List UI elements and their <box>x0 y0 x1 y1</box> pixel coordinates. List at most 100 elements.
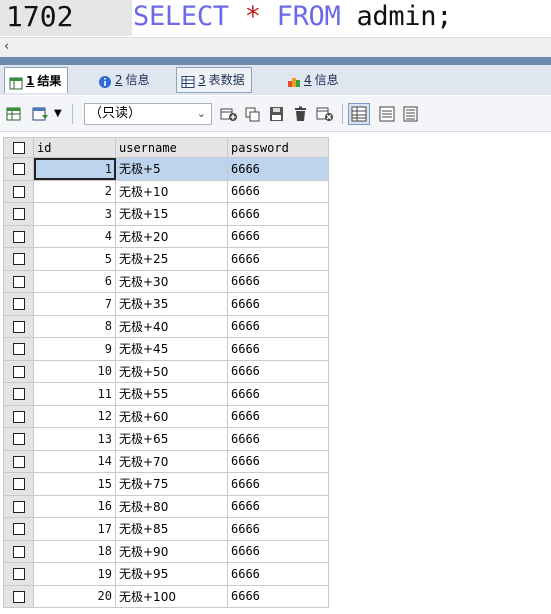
checkbox-icon[interactable] <box>12 298 25 311</box>
cell-id[interactable]: 7 <box>33 292 116 316</box>
checkbox-icon[interactable] <box>12 365 25 378</box>
grid-mode-select[interactable]: （只读） ⌄ <box>84 103 212 125</box>
row-checkbox[interactable] <box>3 269 34 293</box>
cell-password[interactable]: 6666 <box>227 202 329 226</box>
checkbox-icon[interactable] <box>12 142 25 154</box>
cell-username[interactable]: 无极+60 <box>115 404 228 428</box>
cell-password[interactable]: 6666 <box>227 179 329 203</box>
checkbox-icon[interactable] <box>12 545 25 558</box>
tab-table-data[interactable]: 3 表数据 <box>176 67 252 93</box>
table-row[interactable]: 2 无极+10 6666 <box>3 179 329 203</box>
checkbox-icon[interactable] <box>12 208 25 221</box>
cell-username[interactable]: 无极+45 <box>115 337 228 361</box>
save-icon[interactable] <box>268 106 286 122</box>
cell-id[interactable]: 9 <box>33 337 116 361</box>
cell-password[interactable]: 6666 <box>227 562 329 586</box>
checkbox-icon[interactable] <box>12 455 25 468</box>
cell-id[interactable]: 20 <box>33 584 116 608</box>
checkbox-icon[interactable] <box>12 163 25 176</box>
table-row[interactable]: 5 无极+25 6666 <box>3 247 329 271</box>
cell-password[interactable]: 6666 <box>227 359 329 383</box>
checkbox-icon[interactable] <box>12 388 25 401</box>
checkbox-icon[interactable] <box>12 230 25 243</box>
query-editor[interactable]: 1702 SELECT * FROM admin; <box>0 0 551 36</box>
table-row[interactable]: 9 无极+45 6666 <box>3 337 329 361</box>
row-checkbox[interactable] <box>3 539 34 563</box>
row-checkbox[interactable] <box>3 427 34 451</box>
cell-username[interactable]: 无极+65 <box>115 427 228 451</box>
row-checkbox[interactable] <box>3 494 34 518</box>
cell-id[interactable]: 14 <box>33 449 116 473</box>
cell-id[interactable]: 11 <box>33 382 116 406</box>
row-checkbox[interactable] <box>3 584 34 608</box>
scroll-left-arrow-icon[interactable]: ‹ <box>4 39 9 54</box>
horizontal-scrollbar[interactable]: ‹ <box>0 37 551 57</box>
grid-view-icon[interactable] <box>348 103 370 125</box>
row-checkbox[interactable] <box>3 382 34 406</box>
cell-username[interactable]: 无极+100 <box>115 584 228 608</box>
cell-username[interactable]: 无极+50 <box>115 359 228 383</box>
cell-password[interactable]: 6666 <box>227 269 329 293</box>
cell-password[interactable]: 6666 <box>227 382 329 406</box>
row-checkbox[interactable] <box>3 472 34 496</box>
tab-info[interactable]: 2 信息 <box>94 67 156 93</box>
cell-id[interactable]: 15 <box>33 472 116 496</box>
row-checkbox[interactable] <box>3 562 34 586</box>
row-checkbox[interactable] <box>3 404 34 428</box>
checkbox-icon[interactable] <box>12 253 25 266</box>
cell-id[interactable]: 3 <box>33 202 116 226</box>
select-all-checkbox[interactable] <box>3 137 34 158</box>
cell-username[interactable]: 无极+25 <box>115 247 228 271</box>
cell-password[interactable]: 6666 <box>227 314 329 338</box>
cell-password[interactable]: 6666 <box>227 449 329 473</box>
cell-id[interactable]: 6 <box>33 269 116 293</box>
sql-statement[interactable]: SELECT * FROM admin; <box>133 0 452 36</box>
import-grid-icon[interactable] <box>32 106 50 122</box>
table-row[interactable]: 13 无极+65 6666 <box>3 427 329 451</box>
cell-id[interactable]: 19 <box>33 562 116 586</box>
table-row[interactable]: 6 无极+30 6666 <box>3 269 329 293</box>
row-checkbox[interactable] <box>3 449 34 473</box>
cell-id[interactable]: 1 <box>33 157 116 181</box>
checkbox-icon[interactable] <box>12 523 25 536</box>
cell-password[interactable]: 6666 <box>227 292 329 316</box>
table-row[interactable]: 17 无极+85 6666 <box>3 517 329 541</box>
cell-username[interactable]: 无极+95 <box>115 562 228 586</box>
cell-id[interactable]: 18 <box>33 539 116 563</box>
row-checkbox[interactable] <box>3 359 34 383</box>
cell-username[interactable]: 无极+20 <box>115 224 228 248</box>
cell-password[interactable]: 6666 <box>227 224 329 248</box>
cell-username[interactable]: 无极+80 <box>115 494 228 518</box>
result-grid[interactable]: id username password 1 无极+5 6666 2 无极+10 6666… <box>3 137 329 608</box>
delete-icon[interactable] <box>292 106 310 122</box>
table-row[interactable]: 18 无极+90 6666 <box>3 539 329 563</box>
cell-password[interactable]: 6666 <box>227 247 329 271</box>
cell-password[interactable]: 6666 <box>227 427 329 451</box>
table-row[interactable]: 15 无极+75 6666 <box>3 472 329 496</box>
cell-username[interactable]: 无极+55 <box>115 382 228 406</box>
duplicate-row-icon[interactable] <box>244 106 262 122</box>
checkbox-icon[interactable] <box>12 500 25 513</box>
table-row[interactable]: 14 无极+70 6666 <box>3 449 329 473</box>
cell-id[interactable]: 17 <box>33 517 116 541</box>
cell-password[interactable]: 6666 <box>227 472 329 496</box>
row-checkbox[interactable] <box>3 337 34 361</box>
cell-username[interactable]: 无极+5 <box>115 157 228 181</box>
checkbox-icon[interactable] <box>12 433 25 446</box>
cell-password[interactable]: 6666 <box>227 539 329 563</box>
table-row[interactable]: 7 无极+35 6666 <box>3 292 329 316</box>
form-view-icon[interactable] <box>378 106 396 122</box>
checkbox-icon[interactable] <box>12 478 25 491</box>
table-row[interactable]: 3 无极+15 6666 <box>3 202 329 226</box>
cell-password[interactable]: 6666 <box>227 584 329 608</box>
table-row[interactable]: 12 无极+60 6666 <box>3 404 329 428</box>
cell-password[interactable]: 6666 <box>227 404 329 428</box>
checkbox-icon[interactable] <box>12 343 25 356</box>
dropdown-chevron-icon[interactable]: ▼ <box>54 106 66 122</box>
cell-id[interactable]: 2 <box>33 179 116 203</box>
cell-id[interactable]: 16 <box>33 494 116 518</box>
cell-username[interactable]: 无极+30 <box>115 269 228 293</box>
cell-username[interactable]: 无极+75 <box>115 472 228 496</box>
table-row[interactable]: 20 无极+100 6666 <box>3 584 329 608</box>
table-row[interactable]: 1 无极+5 6666 <box>3 157 329 181</box>
